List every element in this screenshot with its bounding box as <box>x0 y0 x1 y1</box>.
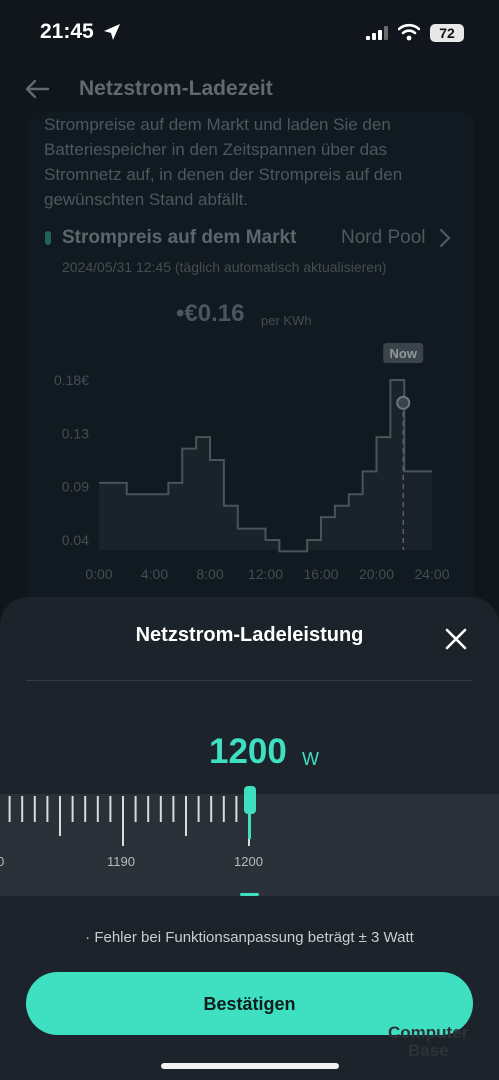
y-tick-label: 0.09 <box>62 479 89 495</box>
wifi-icon <box>398 23 420 41</box>
location-arrow-icon <box>104 24 120 40</box>
ruler-label: 1190 <box>107 854 135 869</box>
market-updated-date: 2024/05/31 12:45 (täglich automatisch ak… <box>62 259 387 275</box>
page-title: Netzstrom-Ladezeit <box>79 77 273 100</box>
close-icon[interactable] <box>444 627 468 651</box>
now-point <box>396 395 411 410</box>
status-bar: 21:45 72 <box>0 0 499 64</box>
watermark-line-1: Computer <box>388 1023 469 1042</box>
now-label: Now <box>390 346 418 361</box>
y-tick-label: 0.04 <box>62 532 89 548</box>
x-tick-label: 12:00 <box>248 566 283 582</box>
price-chart: 0.18€ 0.13 0.09 0.04 0:00 4:00 8:00 12:00 16:00 2… <box>54 343 450 582</box>
ruler-label: 0 <box>0 854 5 869</box>
slider-handle[interactable] <box>244 786 256 814</box>
signal-icon <box>366 26 388 40</box>
price-unit: per KWh <box>261 313 312 328</box>
x-tick-label: 16:00 <box>303 566 338 582</box>
x-tick-label: 20:00 <box>359 566 394 582</box>
battery-indicator: 72 <box>430 24 464 42</box>
x-tick-label: 4:00 <box>141 566 168 582</box>
tolerance-note: · Fehler bei Funktionsanpassung beträgt … <box>85 929 414 946</box>
back-arrow-icon[interactable] <box>24 76 50 102</box>
market-marker <box>45 231 51 245</box>
ruler-label: 1200 <box>234 854 263 869</box>
slider-indicator <box>248 812 251 839</box>
selection-marker <box>240 893 259 896</box>
chevron-right-icon[interactable] <box>438 228 452 248</box>
watermark-line-2: Base <box>408 1041 449 1060</box>
current-price: •€0.16 <box>176 300 245 327</box>
price-area <box>99 380 432 552</box>
sheet-title: Netzstrom-Ladeleistung <box>135 624 364 646</box>
computerbase-watermark: Computer Base <box>388 1024 468 1060</box>
y-tick-label: 0.13 <box>62 425 89 441</box>
market-title: Strompreis auf dem Markt <box>62 227 297 248</box>
power-value: 1200 <box>209 732 287 771</box>
home-indicator <box>161 1063 339 1069</box>
power-unit: W <box>302 749 319 769</box>
market-source-link[interactable]: Nord Pool <box>341 227 426 249</box>
sheet-divider <box>26 680 472 681</box>
x-tick-label: 8:00 <box>196 566 223 582</box>
x-tick-label: 24:00 <box>414 566 449 582</box>
description-text: Strompreise auf dem Markt und laden Sie … <box>44 115 403 209</box>
y-tick-label: 0.18€ <box>54 372 89 388</box>
status-time: 21:45 <box>40 20 94 43</box>
x-tick-label: 0:00 <box>85 566 112 582</box>
